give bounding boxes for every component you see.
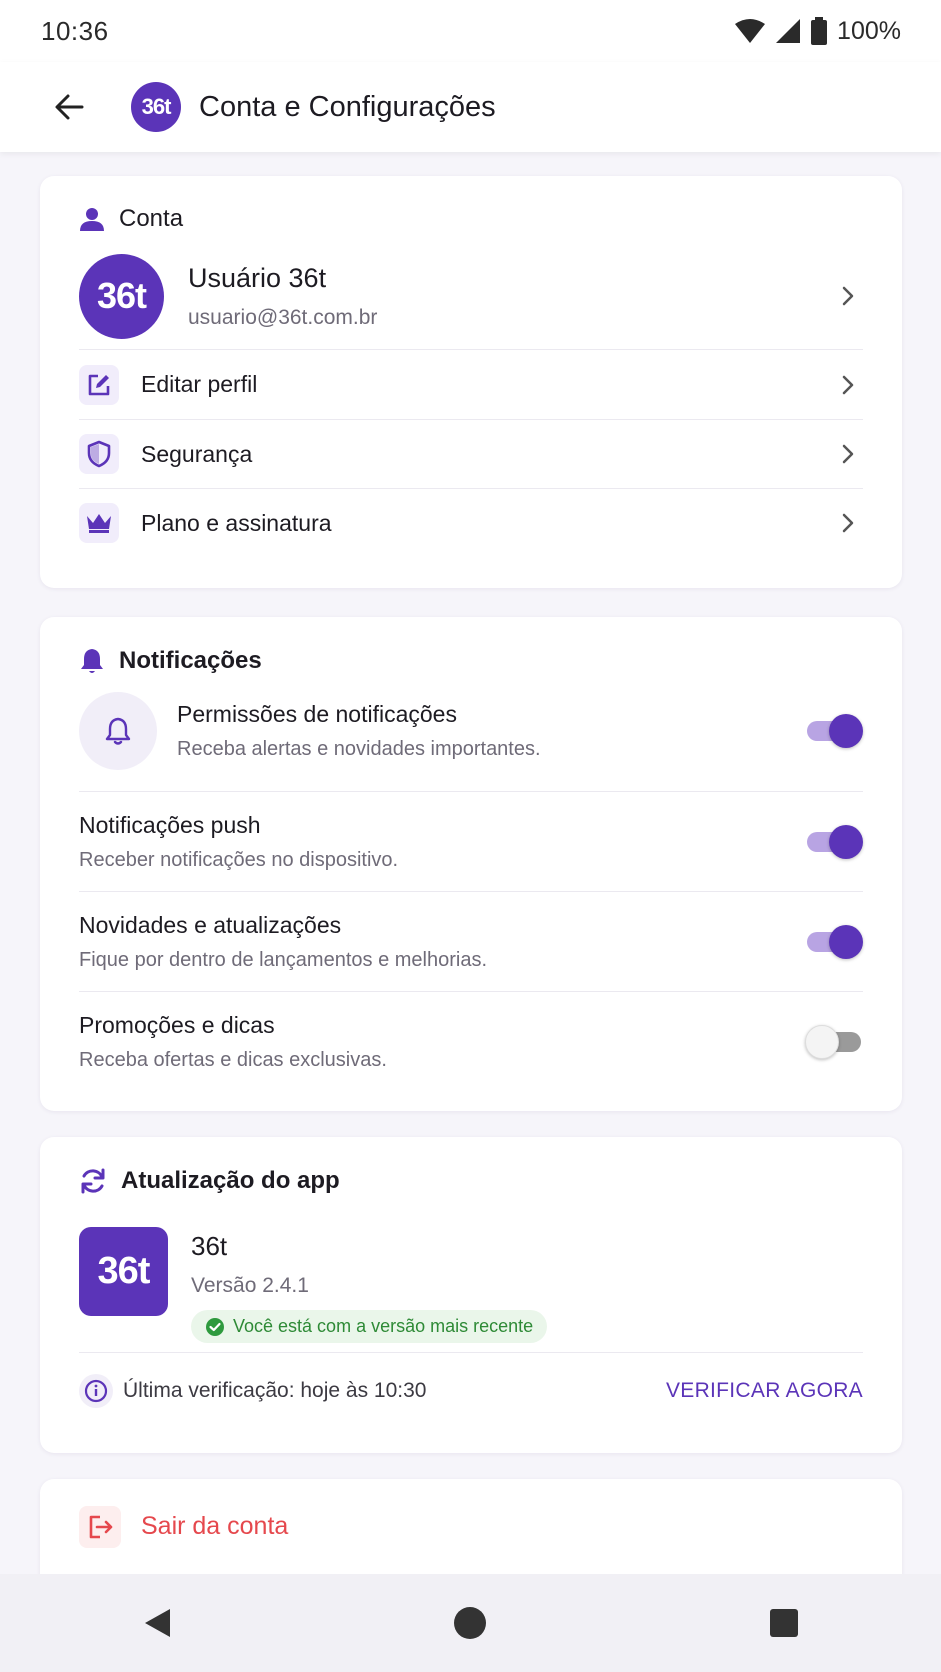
promotions-subtitle: Receba ofertas e dicas exclusivas. (79, 1048, 387, 1071)
account-header-title: Conta (119, 205, 184, 232)
update-header-title: Atualização do app (121, 1167, 340, 1194)
notifications-header-title: Notificações (119, 647, 262, 674)
update-header: Atualização do app (79, 1161, 863, 1201)
app-info-row: 36t 36t Versão 2.4.1 Você está com a ver… (79, 1227, 863, 1352)
app-bar: 36t Conta e Configurações (0, 62, 941, 152)
news-title: Novidades e atualizações (79, 911, 342, 938)
news-updates-row: Novidades e atualizações Fique por dentr… (79, 891, 863, 991)
status-time: 10:36 (41, 15, 109, 46)
circle-home-icon (454, 1607, 487, 1639)
user-name: Usuário 36t (188, 262, 327, 293)
triangle-back-icon (144, 1609, 170, 1637)
logout-label: Sair da conta (141, 1512, 289, 1540)
push-notifications-row: Notificações push Receber notificações n… (79, 791, 863, 891)
menu-item-plan[interactable]: Plano e assinatura (79, 488, 863, 557)
shield-icon (79, 434, 119, 474)
brand-logo: 36t (131, 82, 181, 132)
info-icon (79, 1373, 113, 1408)
battery-icon (811, 17, 828, 45)
arrow-back-icon (55, 94, 84, 120)
nav-recents-button[interactable] (754, 1593, 814, 1653)
bell-icon (81, 649, 103, 673)
app-update-card: Atualização do app 36t 36t Versão 2.4.1 … (40, 1137, 902, 1453)
edit-icon (79, 364, 119, 405)
promotions-title: Promoções e dicas (79, 1011, 275, 1038)
menu-item-label: Plano e assinatura (141, 509, 332, 536)
menu-item-label: Segurança (141, 440, 253, 467)
nav-home-button[interactable] (440, 1593, 500, 1653)
avatar: 36t (79, 253, 164, 339)
account-card: Conta 36t Usuário 36t usuario@36t.com.br… (40, 176, 902, 588)
chevron-right-icon (833, 370, 863, 400)
permissions-title: Permissões de notificações (177, 700, 457, 727)
account-header: Conta (79, 199, 863, 239)
system-nav-bar (0, 1574, 941, 1672)
chevron-right-icon (833, 508, 863, 538)
app-version: Versão 2.4.1 (191, 1274, 309, 1297)
menu-item-security[interactable]: Segurança (79, 419, 863, 488)
notifications-card: Notificações Permissões de notificações … (40, 617, 902, 1111)
chevron-right-icon (833, 439, 863, 469)
bell-outline-icon (79, 691, 157, 770)
promotions-row: Promoções e dicas Receba ofertas e dicas… (79, 991, 863, 1091)
permissions-toggle[interactable] (805, 713, 863, 748)
logout-icon (79, 1505, 121, 1548)
app-name: 36t (191, 1231, 228, 1261)
news-toggle[interactable] (805, 924, 863, 959)
last-check-row: Última verificação: hoje às 10:30 VERIFI… (79, 1352, 863, 1428)
person-icon (80, 208, 104, 231)
signal-icon (776, 19, 801, 43)
notifications-header: Notificações (79, 641, 863, 681)
nav-back-button[interactable] (127, 1593, 187, 1653)
last-check-text: Última verificação: hoje às 10:30 (123, 1378, 427, 1402)
menu-item-edit-profile[interactable]: Editar perfil (79, 349, 863, 419)
status-indicators: 100% (735, 17, 901, 46)
page-title: Conta e Configurações (199, 90, 496, 123)
battery-level: 100% (837, 16, 901, 45)
news-subtitle: Fique por dentro de lançamentos e melhor… (79, 948, 488, 971)
user-profile-row[interactable]: 36t Usuário 36t usuario@36t.com.br (79, 243, 863, 349)
refresh-icon (81, 1168, 105, 1194)
promotions-toggle[interactable] (805, 1024, 863, 1059)
push-toggle[interactable] (805, 824, 863, 859)
push-subtitle: Receber notificações no dispositivo. (79, 848, 399, 871)
user-email: usuario@36t.com.br (188, 305, 378, 329)
crown-icon (79, 503, 119, 543)
status-badge: Você está com a versão mais recente (191, 1310, 548, 1343)
status-bar: 10:36 100% (0, 0, 941, 62)
wifi-icon (735, 19, 766, 43)
back-button[interactable] (29, 67, 109, 147)
push-title: Notificações push (79, 811, 261, 838)
permissions-subtitle: Receba alertas e novidades importantes. (177, 737, 541, 760)
menu-item-label: Editar perfil (141, 371, 258, 397)
chevron-right-icon (833, 281, 863, 311)
check-now-button[interactable]: VERIFICAR AGORA (666, 1379, 863, 1403)
check-circle-icon (206, 1317, 224, 1336)
square-recents-icon (770, 1609, 799, 1637)
app-logo: 36t (79, 1227, 168, 1316)
notification-permissions-row: Permissões de notificações Receba alerta… (79, 681, 863, 780)
status-text: Você está com a versão mais recente (233, 1316, 534, 1336)
